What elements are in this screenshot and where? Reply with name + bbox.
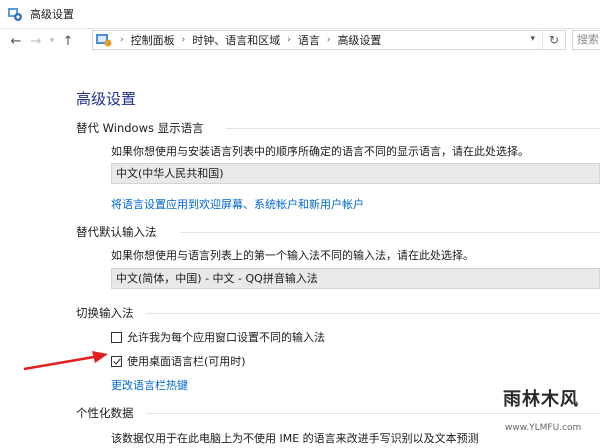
- window-title: 高级设置: [30, 8, 74, 21]
- refresh-icon[interactable]: ↻: [542, 31, 565, 49]
- per-app-input-option[interactable]: 允许我为每个应用窗口设置不同的输入法: [111, 329, 325, 345]
- up-arrow-icon[interactable]: ↑: [58, 31, 78, 51]
- language-bar-checkbox[interactable]: [111, 355, 122, 367]
- navigation-bar: ← → ▾ ↑ › 控制面板 › 时钟、语言和区域 › 语言 › 高级设置 ▾ …: [0, 28, 600, 54]
- per-app-input-checkbox[interactable]: [111, 331, 122, 343]
- breadcrumb-separator-icon: ›: [287, 35, 291, 45]
- breadcrumb-language[interactable]: 语言: [298, 32, 320, 48]
- title-bar: 高级设置: [0, 0, 600, 29]
- recent-pages-chevron-icon[interactable]: ▾: [46, 31, 58, 51]
- personalization-description: 该数据仅用于在此电脑上为不使用 IME 的语言来改进手写识别以及文本预测: [111, 432, 479, 445]
- control-panel-icon: [96, 34, 112, 47]
- watermark-url: www.YLMFU.com: [505, 423, 582, 433]
- address-dropdown-chevron-icon[interactable]: ▾: [530, 34, 535, 44]
- section-heading-switch-input: 切换输入法: [76, 306, 134, 320]
- change-language-bar-hotkeys-link[interactable]: 更改语言栏热键: [111, 377, 188, 393]
- red-annotation-arrow-icon: [23, 351, 108, 371]
- breadcrumb-separator-icon: ›: [326, 35, 331, 45]
- watermark-logo: 雨林木风: [503, 389, 579, 410]
- default-input-description: 如果你想使用与语言列表上的第一个输入法不同的输入法，请在此处选择。: [111, 249, 474, 262]
- forward-arrow-icon[interactable]: →: [26, 31, 46, 51]
- search-input[interactable]: 搜索: [572, 30, 600, 50]
- breadcrumb-separator-icon: ›: [120, 35, 124, 45]
- breadcrumb-separator-icon: ›: [181, 35, 186, 45]
- language-bar-option[interactable]: 使用桌面语言栏(可用时): [111, 353, 246, 369]
- language-bar-label: 使用桌面语言栏(可用时): [127, 355, 246, 368]
- section-divider: [146, 313, 600, 314]
- section-divider: [180, 232, 600, 233]
- breadcrumb-clock-language-region[interactable]: 时钟、语言和区域: [192, 32, 280, 48]
- page-title: 高级设置: [76, 90, 137, 108]
- per-app-input-label: 允许我为每个应用窗口设置不同的输入法: [127, 331, 325, 344]
- breadcrumb-control-panel[interactable]: 控制面板: [131, 32, 175, 48]
- back-arrow-icon[interactable]: ←: [6, 31, 26, 51]
- section-heading-default-input: 替代默认输入法: [76, 225, 157, 239]
- section-heading-personalization: 个性化数据: [76, 406, 134, 420]
- default-input-select[interactable]: 中文(简体，中国) - 中文 - QQ拼音输入法: [111, 268, 600, 289]
- display-language-description: 如果你想使用与安装语言列表中的顺序所确定的语言不同的显示语言，请在此处选择。: [111, 145, 529, 158]
- section-divider: [226, 128, 600, 129]
- settings-app-icon: [8, 8, 22, 21]
- watermark: 雨林木风 www.YLMFU.com: [503, 385, 600, 445]
- display-language-select[interactable]: 中文(中华人民共和国): [111, 163, 600, 184]
- breadcrumb-advanced-settings[interactable]: 高级设置: [337, 32, 381, 48]
- address-bar[interactable]: › 控制面板 › 时钟、语言和区域 › 语言 › 高级设置 ▾ ↻: [92, 30, 566, 50]
- section-heading-display-language: 替代 Windows 显示语言: [76, 121, 204, 135]
- apply-language-settings-link[interactable]: 将语言设置应用到欢迎屏幕、系统帐户和新用户帐户: [111, 196, 364, 212]
